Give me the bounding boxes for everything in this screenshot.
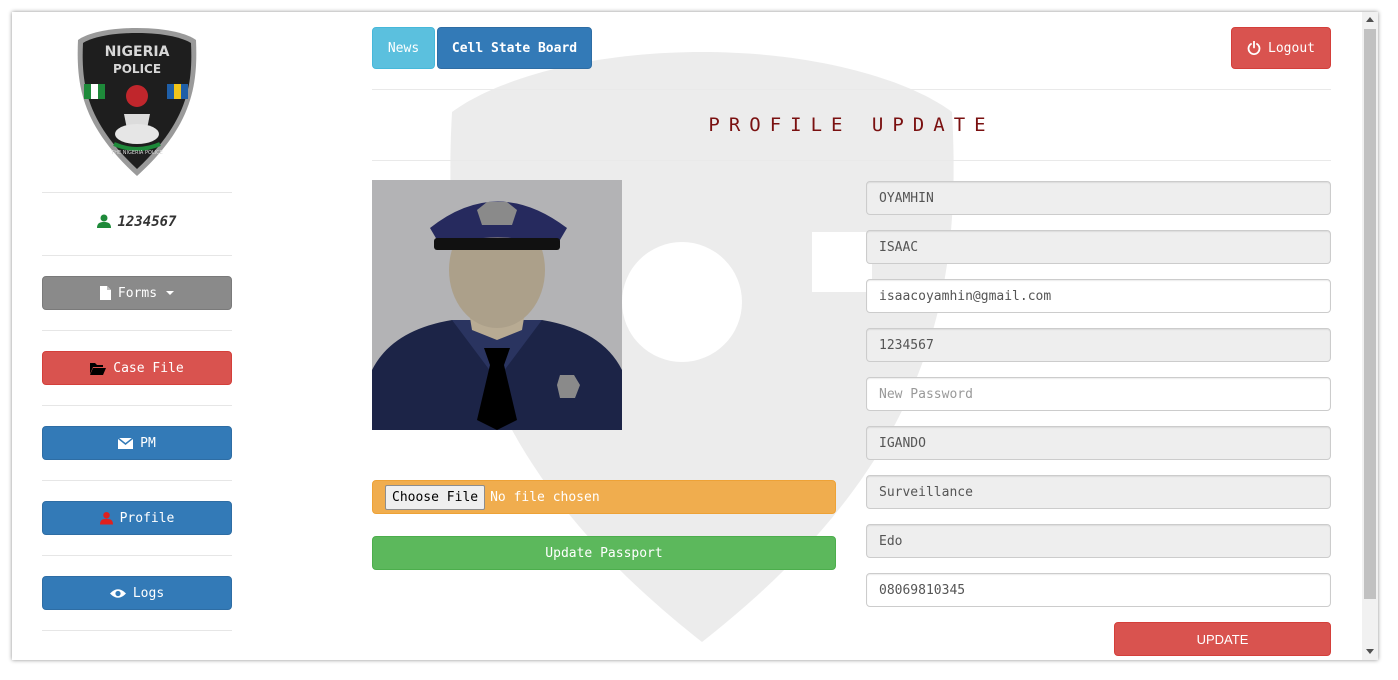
scroll-up-icon[interactable] [1366,17,1374,22]
id-number-field[interactable] [866,328,1331,362]
sidebar-divider [42,330,232,331]
surname-field[interactable] [866,181,1331,215]
sidebar-divider [42,405,232,406]
nigeria-police-logo: NIGERIA POLICE THE NIGERIA POLICE [77,28,197,176]
logo-text-police: POLICE [113,62,161,76]
forms-dropdown-button[interactable]: Forms [42,276,232,310]
state-field[interactable] [866,524,1331,558]
station-field[interactable] [866,426,1331,460]
update-button[interactable]: UPDATE [1114,622,1331,656]
sidebar-divider [42,630,232,631]
user-id-text: 1234567 [117,214,177,230]
department-field[interactable] [866,475,1331,509]
logout-label: Logout [1268,40,1315,56]
page-title: PROFILE UPDATE [708,114,995,136]
browser-viewport: NIGERIA POLICE THE NIGERIA POLICE 123456… [12,12,1378,660]
scroll-down-icon[interactable] [1366,649,1374,654]
scrollbar-thumb[interactable] [1364,29,1376,599]
title-divider [372,160,1331,161]
chevron-down-icon [166,291,175,295]
profile-button-label: Profile [119,510,175,526]
news-button[interactable]: News [372,27,435,69]
logs-button[interactable]: Logs [42,576,232,610]
folder-open-icon [90,362,107,375]
user-icon [97,214,112,228]
sidebar-divider [42,192,232,193]
case-file-button-label: Case File [113,360,184,376]
pm-button-label: PM [140,435,156,451]
choose-file-button[interactable]: Choose File [385,484,486,510]
sidebar-divider [42,480,232,481]
header-divider [372,89,1331,90]
logs-button-label: Logs [132,585,165,601]
power-icon [1247,41,1261,55]
first-name-field[interactable] [866,230,1331,264]
vertical-scrollbar[interactable] [1362,12,1378,660]
forms-button-label: Forms [117,285,158,301]
sidebar-divider [42,555,232,556]
cell-state-board-button[interactable]: Cell State Board [437,27,592,69]
logo-ribbon-text: THE NIGERIA POLICE [110,150,163,156]
case-file-button[interactable]: Case File [42,351,232,385]
sidebar-divider [42,255,232,256]
logout-button[interactable]: Logout [1231,27,1331,69]
passport-photo [372,180,622,430]
eye-icon [109,588,126,598]
email-field[interactable] [866,279,1331,313]
file-status-text: No file chosen [490,489,600,505]
profile-button[interactable]: Profile [42,501,232,535]
update-passport-button[interactable]: Update Passport [372,536,836,570]
new-password-field[interactable] [866,377,1331,411]
phone-field[interactable] [866,573,1331,607]
user-icon [99,511,113,525]
envelope-icon [118,437,134,449]
passport-file-input[interactable]: Choose File No file chosen [372,480,836,514]
file-icon [99,286,111,300]
user-id-display: 1234567 [42,214,232,230]
pm-button[interactable]: PM [42,426,232,460]
logo-text-nigeria: NIGERIA [105,44,170,60]
